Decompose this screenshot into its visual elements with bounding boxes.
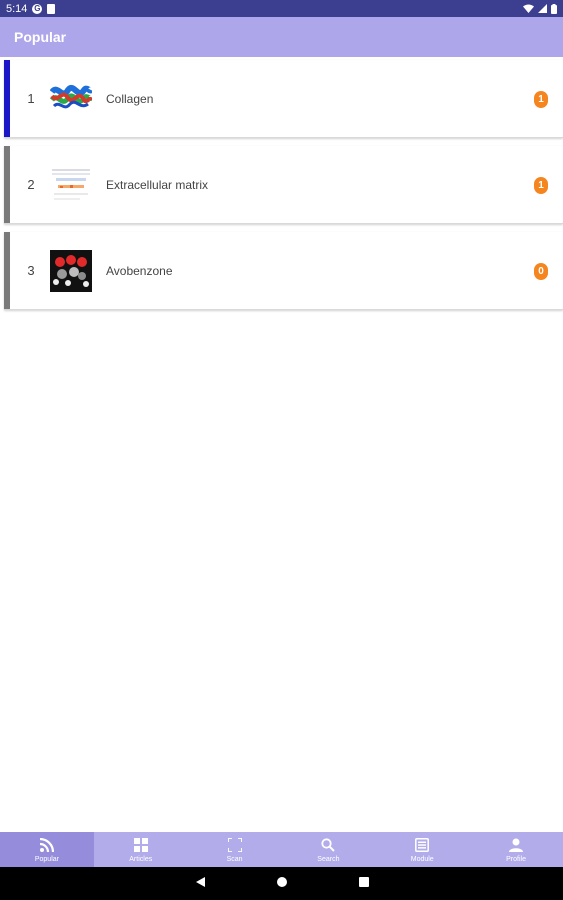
nav-label: Popular	[34, 855, 59, 863]
system-navigation-bar	[0, 867, 563, 900]
wifi-icon	[523, 4, 534, 13]
nav-label: Scan	[226, 855, 243, 863]
count-badge: 1	[534, 91, 548, 108]
rank-number: 1	[27, 91, 35, 106]
rank-accent-bar	[4, 146, 10, 223]
nav-tab-scan[interactable]: Scan	[188, 832, 282, 867]
back-icon[interactable]	[194, 875, 206, 893]
item-title: Extracellular matrix	[106, 177, 209, 192]
page-title: Popular	[14, 29, 67, 45]
rank-number: 2	[27, 177, 35, 192]
battery-icon	[551, 3, 557, 14]
app-bar: Popular	[0, 17, 563, 57]
rank-number: 3	[27, 263, 35, 278]
matrix-diagram-icon	[50, 163, 92, 206]
search-icon	[321, 837, 336, 854]
notification-clipboard-icon	[47, 3, 56, 14]
list-item-avobenzone[interactable]: 3 Avobenzone 0	[4, 232, 563, 310]
nav-tab-popular[interactable]: Popular	[0, 832, 94, 867]
home-icon[interactable]	[276, 875, 288, 893]
list-item-extracellular-matrix[interactable]: 2 Extracellular matrix 1	[4, 146, 563, 224]
count-badge: 1	[534, 177, 548, 194]
module-icon	[415, 837, 430, 854]
nav-tab-module[interactable]: Module	[375, 832, 469, 867]
nav-tab-profile[interactable]: Profile	[469, 832, 563, 867]
collagen-structure-icon	[50, 77, 92, 120]
notification-g-icon: G	[32, 3, 43, 14]
grid-icon	[133, 837, 148, 854]
rank-accent-bar	[4, 232, 10, 309]
status-bar: 5:14 G	[0, 0, 563, 17]
nav-label: Articles	[129, 855, 153, 863]
nav-label: Module	[410, 855, 434, 863]
count-badge: 0	[534, 263, 548, 280]
rank-accent-bar	[4, 60, 10, 137]
item-title: Collagen	[106, 91, 154, 106]
item-title: Avobenzone	[106, 263, 173, 278]
bottom-navigation: Popular Articles Scan Search Module Prof…	[0, 832, 563, 867]
nav-label: Profile	[506, 855, 526, 863]
avobenzone-molecule-icon	[50, 249, 92, 292]
person-icon	[509, 837, 524, 854]
signal-icon	[538, 4, 547, 13]
status-time: 5:14	[6, 2, 28, 15]
recents-icon[interactable]	[358, 875, 370, 893]
nav-tab-search[interactable]: Search	[281, 832, 375, 867]
nav-label: Search	[317, 855, 340, 863]
list-item-collagen[interactable]: 1 Collagen 1	[4, 60, 563, 138]
rss-icon	[39, 837, 54, 854]
scan-icon	[227, 837, 242, 854]
nav-tab-articles[interactable]: Articles	[94, 832, 188, 867]
